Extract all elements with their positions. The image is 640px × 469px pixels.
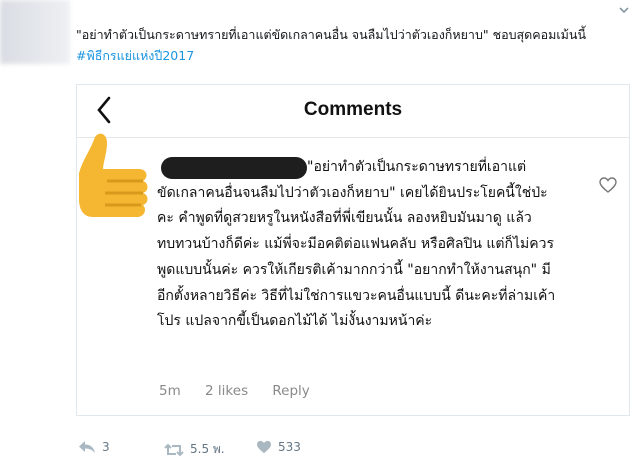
comment-text: "อย่าทำตัวเป็นกระดาษทรายที่เอาแต่ขัดเกลา… — [157, 159, 556, 330]
hashtag-link[interactable]: #พิธีกรแย่แห่งปี2017 — [76, 48, 194, 63]
reply-count: 3 — [102, 440, 110, 454]
thumbs-up-icon — [79, 133, 148, 217]
reply-icon — [79, 441, 95, 453]
comment-time: 5m — [159, 383, 181, 399]
comment-reply[interactable]: Reply — [272, 383, 309, 399]
comment-meta: 5m 2 likes Reply — [159, 383, 330, 399]
avatar[interactable] — [0, 0, 70, 64]
like-button[interactable]: 533 — [256, 440, 301, 454]
page-title: Comments — [303, 99, 403, 120]
reply-button[interactable]: 3 — [78, 440, 110, 454]
like-icon — [257, 440, 271, 454]
heart-outline-icon[interactable] — [599, 177, 617, 193]
retweet-icon — [164, 443, 184, 456]
chevron-down-icon[interactable] — [618, 4, 630, 16]
retweet-count: 5.5 พ. — [190, 442, 225, 456]
comment-likes[interactable]: 2 likes — [205, 383, 248, 399]
like-count: 533 — [278, 440, 301, 454]
retweet-button[interactable]: 5.5 พ. — [164, 440, 225, 459]
tweet-body: "อย่าทำตัวเป็นกระดาษทรายที่เอาแต่ขัดเกลา… — [76, 27, 586, 42]
tweet-text: "อย่าทำตัวเป็นกระดาษทรายที่เอาแต่ขัดเกลา… — [76, 24, 616, 66]
embedded-screenshot[interactable]: Comments "อย่าทำตัวเป็นกระดาษทรายที่เอาแ… — [76, 84, 630, 416]
comments-header: Comments — [77, 85, 629, 138]
